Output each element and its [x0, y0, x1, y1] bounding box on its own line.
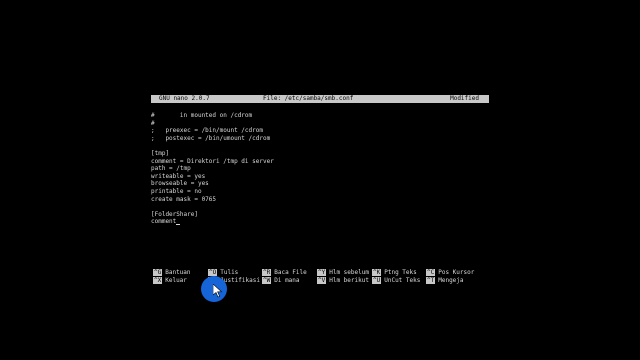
- shortcut-key: ^G: [153, 269, 163, 276]
- shortcut-label: Di mana: [274, 277, 300, 284]
- editor-line[interactable]: [151, 142, 489, 150]
- shortcut-label: Pos Kursor: [438, 269, 475, 276]
- shortcut-label: Keluar: [165, 277, 187, 284]
- editor-line[interactable]: writeable = yes: [151, 173, 489, 181]
- editor-line[interactable]: # in mounted on /cdrom: [151, 112, 489, 120]
- shortcut-label: Hlm sebelum: [329, 269, 369, 276]
- editor-line[interactable]: create mask = 0765: [151, 196, 489, 204]
- modified-status: Modified: [450, 95, 479, 102]
- shortcut-label: Mengeja: [438, 277, 464, 284]
- shortcut-label: Hlm berikut: [329, 277, 369, 284]
- editor-line[interactable]: #: [151, 120, 489, 128]
- shortcut-row-1: ^G Bantuan ^O Tulis ^R Baca File ^Y Hlm sebe…: [151, 269, 489, 277]
- shortcut-cursor-pos[interactable]: ^C Pos Kursor: [426, 269, 474, 277]
- shortcut-label: Tulis: [220, 269, 239, 276]
- editor-current-line[interactable]: comment: [151, 218, 489, 226]
- editor-line[interactable]: browseable = yes: [151, 180, 489, 188]
- nano-titlebar: GNU nano 2.0.7 File: /etc/samba/smb.conf…: [151, 95, 489, 103]
- shortcut-label: Ptng Teks: [384, 269, 417, 276]
- shortcut-key: ^V: [317, 277, 327, 284]
- editor-line[interactable]: path = /tmp: [151, 165, 489, 173]
- mouse-pointer-icon: [213, 284, 223, 298]
- shortcut-key: ^W: [262, 277, 272, 284]
- shortcut-key: ^U: [372, 277, 382, 284]
- shortcut-key: ^O: [208, 269, 218, 276]
- shortcut-prev-page[interactable]: ^Y Hlm sebelum: [317, 269, 369, 277]
- shortcut-uncut-text[interactable]: ^U UnCut Teks: [372, 277, 420, 285]
- shortcut-key: ^R: [262, 269, 272, 276]
- shortcut-cut-text[interactable]: ^K Ptng Teks: [372, 269, 417, 277]
- shortcut-where-is[interactable]: ^W Di mana: [262, 277, 300, 285]
- editor-line[interactable]: [151, 203, 489, 211]
- shortcut-key: ^X: [153, 277, 163, 284]
- current-line-text: comment: [151, 218, 177, 226]
- shortcut-spell[interactable]: ^T Mengeja: [426, 277, 464, 285]
- shortcut-next-page[interactable]: ^V Hlm berikut: [317, 277, 369, 285]
- editor-line[interactable]: ; postexec = /bin/umount /cdrom: [151, 135, 489, 143]
- shortcut-key: ^Y: [317, 269, 327, 276]
- nano-editor-window: GNU nano 2.0.7 File: /etc/samba/smb.conf…: [151, 95, 489, 285]
- shortcut-read-file[interactable]: ^R Baca File: [262, 269, 307, 277]
- shortcut-label: Baca File: [274, 269, 307, 276]
- shortcut-exit[interactable]: ^X Keluar: [153, 277, 187, 285]
- editor-line[interactable]: printable = no: [151, 188, 489, 196]
- shortcut-key: ^K: [372, 269, 382, 276]
- shortcut-key: ^T: [426, 277, 436, 284]
- editor-line[interactable]: [FolderShare]: [151, 211, 489, 219]
- editor-line[interactable]: [tmp]: [151, 150, 489, 158]
- shortcut-help[interactable]: ^G Bantuan: [153, 269, 191, 277]
- shortcut-label: Bantuan: [165, 269, 191, 276]
- text-cursor: [176, 223, 181, 225]
- editor-line[interactable]: ; preexec = /bin/mount /cdrom: [151, 127, 489, 135]
- text-editing-area[interactable]: # in mounted on /cdrom # ; preexec = /bi…: [151, 112, 489, 226]
- shortcut-key: ^C: [426, 269, 436, 276]
- file-name-label: File: /etc/samba/smb.conf: [263, 95, 354, 102]
- editor-line[interactable]: comment = Direktori /tmp di server: [151, 158, 489, 166]
- shortcut-label: UnCut Teks: [384, 277, 421, 284]
- shortcut-label: Justifikasi: [220, 277, 260, 284]
- app-version-label: GNU nano 2.0.7: [159, 95, 210, 102]
